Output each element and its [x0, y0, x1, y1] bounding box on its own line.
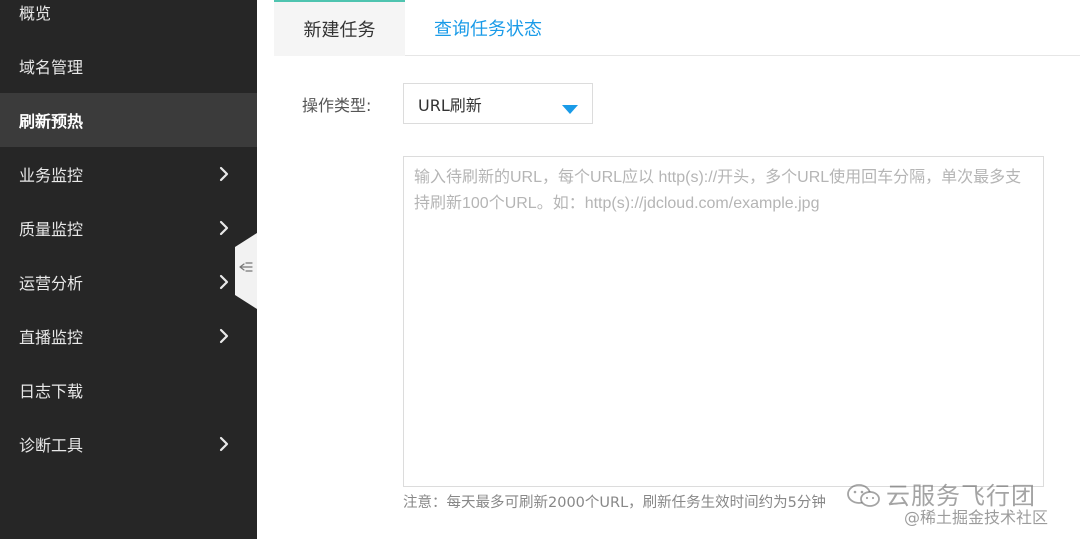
- operation-type-value: URL刷新: [418, 95, 482, 115]
- main-content: 新建任务 查询任务状态 操作类型: URL刷新 注意：每天最多可刷新2000个U…: [274, 0, 1080, 539]
- tab-bar: 新建任务 查询任务状态: [274, 0, 1080, 56]
- sidebar-item-label: 业务监控: [19, 166, 84, 185]
- collapse-left-icon: [235, 233, 257, 309]
- url-input[interactable]: [403, 156, 1044, 487]
- sidebar-item-label: 刷新预热: [19, 112, 84, 131]
- sidebar-item-domain-management[interactable]: 域名管理: [0, 39, 257, 93]
- tab-label: 查询任务状态: [434, 19, 542, 40]
- sidebar-item-refresh-prefetch[interactable]: 刷新预热: [0, 93, 257, 147]
- sidebar-item-live-monitoring[interactable]: 直播监控: [0, 309, 257, 363]
- tab-label: 新建任务: [303, 20, 376, 41]
- chevron-right-icon: [216, 274, 232, 290]
- sidebar-item-label: 域名管理: [19, 58, 84, 77]
- sidebar-item-label: 日志下载: [19, 382, 84, 401]
- caret-down-icon: [562, 100, 578, 119]
- sidebar-item-quality-monitoring[interactable]: 质量监控: [0, 201, 257, 255]
- operation-type-label: 操作类型:: [302, 96, 372, 115]
- sidebar-item-log-download[interactable]: 日志下载: [0, 363, 257, 417]
- sidebar-collapse-handle[interactable]: [235, 233, 257, 309]
- chevron-right-icon: [216, 220, 232, 236]
- sidebar-item-operations-analysis[interactable]: 运营分析: [0, 255, 257, 309]
- refresh-limit-note: 注意：每天最多可刷新2000个URL，刷新任务生效时间约为5分钟: [403, 495, 826, 511]
- sidebar-item-label: 质量监控: [19, 220, 84, 239]
- sidebar-item-label: 直播监控: [19, 328, 84, 347]
- sidebar-item-diagnostic-tools[interactable]: 诊断工具: [0, 417, 257, 471]
- sidebar: 概览 域名管理 刷新预热 业务监控 质量监控 运营分析 直播监控 日志下载 诊断…: [0, 0, 257, 539]
- tab-query-task-status[interactable]: 查询任务状态: [405, 0, 571, 56]
- chevron-right-icon: [216, 166, 232, 182]
- sidebar-item-label: 诊断工具: [19, 436, 84, 455]
- sidebar-item-overview[interactable]: 概览: [0, 0, 257, 39]
- tab-new-task[interactable]: 新建任务: [274, 0, 405, 56]
- sidebar-item-label: 概览: [19, 4, 52, 23]
- sidebar-item-label: 运营分析: [19, 274, 84, 293]
- operation-type-select[interactable]: URL刷新: [403, 83, 593, 124]
- chevron-right-icon: [216, 436, 232, 452]
- chevron-right-icon: [216, 328, 232, 344]
- sidebar-item-business-monitoring[interactable]: 业务监控: [0, 147, 257, 201]
